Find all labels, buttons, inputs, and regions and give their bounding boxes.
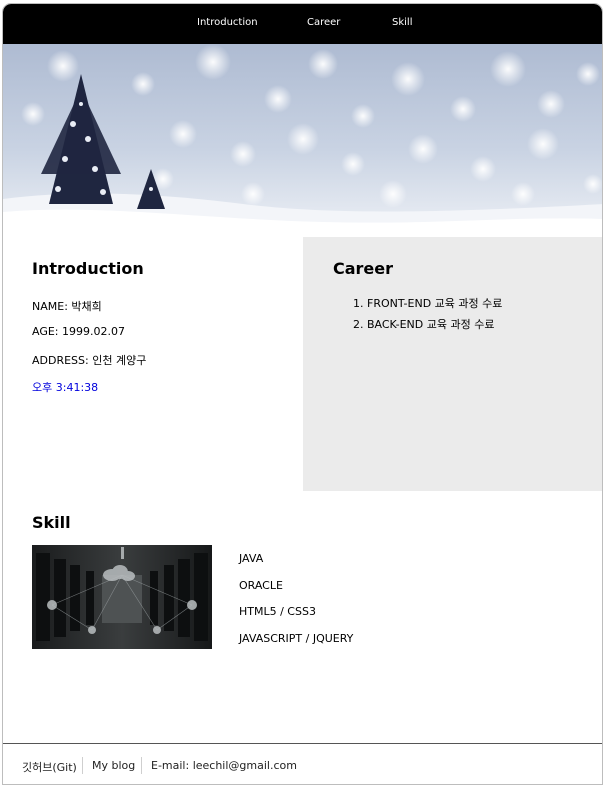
career-heading: Career <box>333 259 394 278</box>
footer-blog-link[interactable]: My blog <box>92 759 135 772</box>
skill-heading: Skill <box>32 513 71 532</box>
nav-skill-link[interactable]: Skill <box>392 17 412 28</box>
footer-divider <box>82 757 83 774</box>
career-list: 1. FRONT-END 교육 과정 수료 2. BACK-END 교육 과정 … <box>353 295 502 337</box>
footer-email-link[interactable]: E-mail: leechil@gmail.com <box>151 759 297 772</box>
footer-github-link[interactable]: 깃허브(Git) <box>22 759 77 775</box>
introduction-section: Introduction NAME: 박채희 AGE: 1999.02.07 A… <box>3 237 303 491</box>
name-text: NAME: 박채희 <box>32 300 102 313</box>
snowy-winter-tree-image <box>3 44 602 237</box>
nav-introduction-link[interactable]: Introduction <box>197 17 258 28</box>
career-item: 2. BACK-END 교육 과정 수료 <box>353 318 495 331</box>
top-nav: Introduction Career Skill <box>3 4 602 44</box>
age-text: AGE: 1999.02.07 <box>32 325 125 338</box>
introduction-heading: Introduction <box>32 259 144 278</box>
skill-item: JAVA <box>239 552 264 565</box>
nav-career-link[interactable]: Career <box>307 17 340 28</box>
hero-image <box>3 44 602 237</box>
server-room-image <box>32 545 212 649</box>
skill-item: ORACLE <box>239 579 283 592</box>
address-text: ADDRESS: 인천 계양구 <box>32 354 147 367</box>
server-room-icon <box>32 545 212 649</box>
page-frame: Introduction Career Skill Introduction N… <box>2 3 603 785</box>
footer-divider <box>141 757 142 774</box>
career-item: 1. FRONT-END 교육 과정 수료 <box>353 297 503 310</box>
career-section: Career 1. FRONT-END 교육 과정 수료 2. BACK-END… <box>303 237 602 491</box>
skill-item: HTML5 / CSS3 <box>239 605 316 618</box>
skill-item: JAVASCRIPT / JQUERY <box>239 632 354 645</box>
clock-text: 오후 3:41:38 <box>32 381 99 394</box>
footer: 깃허브(Git) My blog E-mail: leechil@gmail.c… <box>3 743 602 784</box>
